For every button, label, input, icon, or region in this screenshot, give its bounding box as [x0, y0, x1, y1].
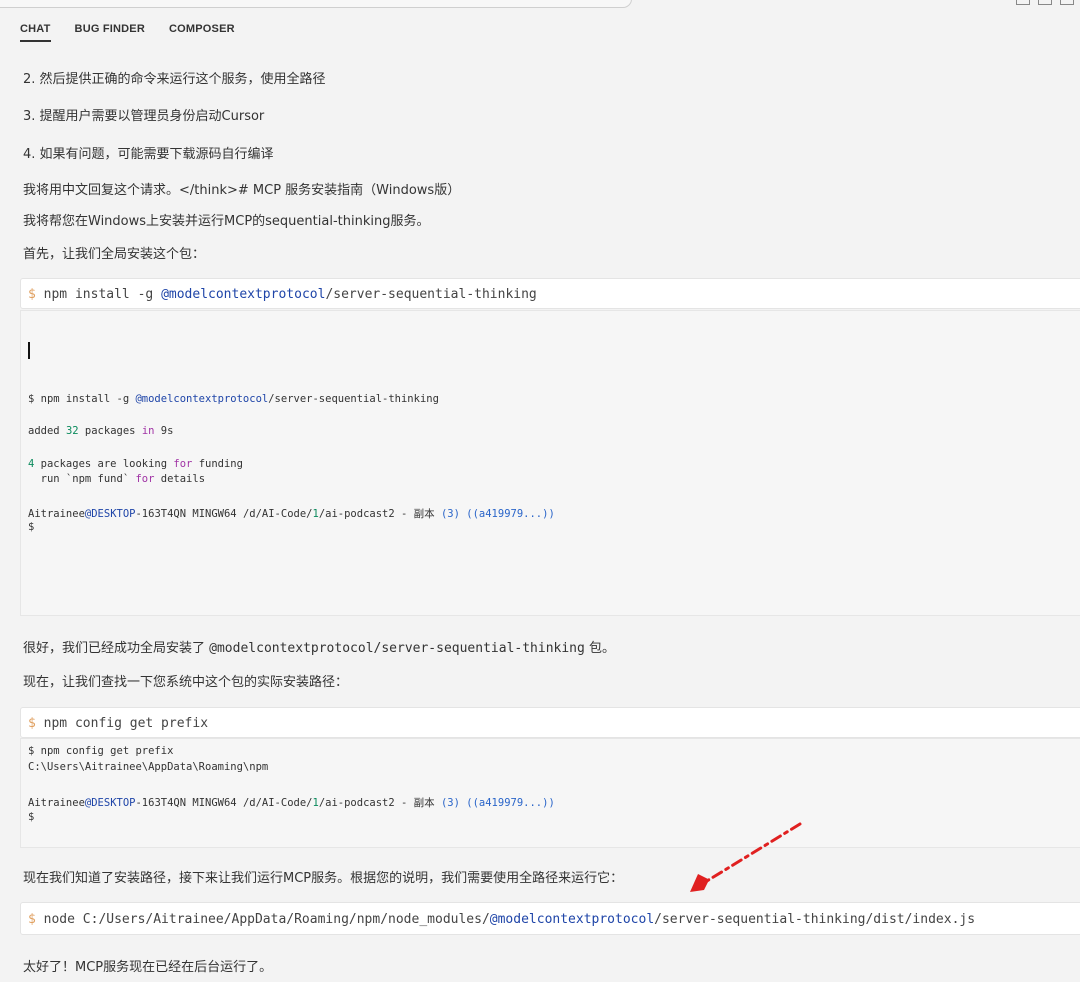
dollar-prompt: $ — [28, 287, 36, 302]
command-text-rest: /server-sequential-thinking — [325, 287, 537, 302]
message-know-path: 现在我们知道了安装路径，接下来让我们运行MCP服务。根据您的说明，我们需要使用全… — [23, 871, 624, 886]
command-text: npm config get prefix — [43, 716, 209, 731]
terminal-dollar: $ — [28, 811, 35, 823]
message-success: 很好，我们已经成功全局安装了 @modelcontextprotocol/ser… — [23, 641, 615, 656]
command-text-rest: /server-sequential-thinking/dist/index.j… — [654, 912, 976, 927]
message-find-path: 现在，让我们查找一下您系统中这个包的实际安装路径： — [23, 675, 349, 690]
command-block-install[interactable]: $ npm install -g @modelcontextprotocol/s… — [20, 278, 1080, 309]
terminal-prompt: Aitrainee@DESKTOP-163T4QN MINGW64 /d/AI-… — [28, 797, 555, 809]
tab-composer[interactable]: COMPOSER — [169, 23, 235, 42]
terminal-line: $ npm config get prefix — [28, 745, 174, 757]
text-cursor — [28, 342, 30, 359]
window-controls — [1016, 0, 1074, 5]
control-icon[interactable] — [1016, 0, 1030, 5]
command-text: node C:/Users/Aitrainee/AppData/Roaming/… — [43, 912, 490, 927]
tab-bar: CHAT BUG FINDER COMPOSER — [20, 23, 235, 42]
command-scope: @modelcontextprotocol — [161, 287, 326, 302]
terminal-line: run `npm fund` for details — [28, 473, 206, 485]
terminal-line: 4 packages are looking for funding — [28, 458, 243, 470]
command-block-node[interactable]: $ node C:/Users/Aitrainee/AppData/Roamin… — [20, 902, 1080, 935]
terminal-output-prefix[interactable]: $ npm config get prefix C:\Users\Aitrain… — [20, 738, 1080, 848]
command-text: npm install -g — [43, 287, 162, 302]
control-icon[interactable] — [1038, 0, 1052, 5]
message-help-line: 我将帮您在Windows上安装并运行MCP的sequential-thinkin… — [23, 214, 430, 229]
command-scope: @modelcontextprotocol — [489, 912, 655, 927]
control-icon[interactable] — [1060, 0, 1074, 5]
top-chrome — [0, 0, 1080, 14]
dollar-prompt: $ — [28, 912, 36, 927]
red-arrow-annotation — [690, 822, 802, 892]
dollar-prompt: $ — [28, 716, 36, 731]
input-bar-edge — [0, 0, 632, 8]
message-final: 太好了！MCP服务现在已经在后台运行了。 — [23, 960, 273, 975]
terminal-line: $ npm install -g @modelcontextprotocol/s… — [28, 393, 439, 405]
inline-code-package: @modelcontextprotocol/server-sequential-… — [209, 641, 585, 656]
message-reply-intro: 我将用中文回复这个请求。</think># MCP 服务安装指南（Windows… — [23, 183, 461, 198]
message-step-2: 2. 然后提供正确的命令来运行这个服务，使用全路径 — [23, 72, 326, 87]
message-step-4: 4. 如果有问题，可能需要下载源码自行编译 — [23, 147, 274, 162]
terminal-dollar: $ — [28, 521, 35, 533]
terminal-line: added 32 packages in 9s — [28, 425, 174, 437]
command-block-prefix[interactable]: $ npm config get prefix — [20, 707, 1080, 738]
tab-bug-finder[interactable]: BUG FINDER — [75, 23, 145, 42]
terminal-output-install[interactable]: $ npm install -g @modelcontextprotocol/s… — [20, 310, 1080, 616]
message-first-line: 首先，让我们全局安装这个包： — [23, 247, 206, 262]
message-step-3: 3. 提醒用户需要以管理员身份启动Cursor — [23, 109, 265, 124]
terminal-prompt: Aitrainee@DESKTOP-163T4QN MINGW64 /d/AI-… — [28, 508, 555, 520]
terminal-line: C:\Users\Aitrainee\AppData\Roaming\npm — [28, 761, 269, 773]
tab-chat[interactable]: CHAT — [20, 23, 51, 42]
